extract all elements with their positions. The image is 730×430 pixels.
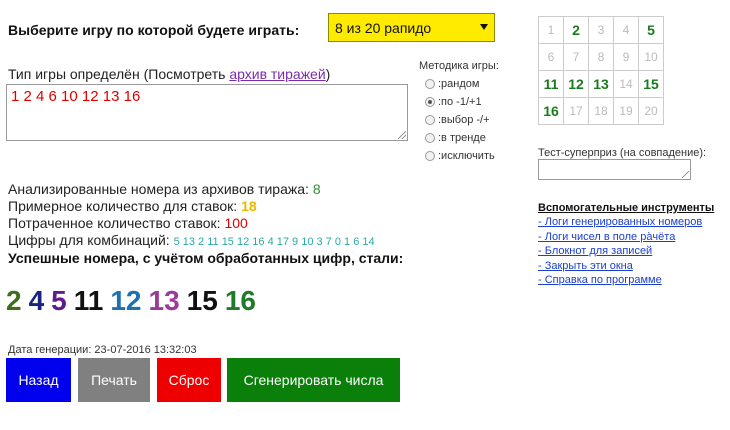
success-number: 2 xyxy=(6,285,22,316)
game-type-text: Тип игры определён (Посмотреть xyxy=(8,66,230,82)
method-option-label: :рандом xyxy=(438,78,480,90)
grid-cell[interactable]: 6 xyxy=(538,43,564,71)
aux-link[interactable]: - Логи чисел в поле ра̀чёта xyxy=(538,231,675,243)
radio-button[interactable] xyxy=(425,151,435,161)
stat-spent-value: 100 xyxy=(224,215,248,231)
grid-cell[interactable]: 9 xyxy=(613,43,639,71)
grid-row: 12345 xyxy=(538,16,664,44)
grid-cell[interactable]: 14 xyxy=(613,70,639,98)
chevron-down-icon xyxy=(480,24,488,30)
radio-button[interactable] xyxy=(425,133,435,143)
stat-analyzed-value: 8 xyxy=(312,181,321,197)
aux-link[interactable]: - Логи генерированных номеров xyxy=(538,216,702,228)
number-grid: 1 2 3 4 5 6 7 8 9 10 11 12 13 14 15 16 17 18 19 20 xyxy=(538,16,664,125)
method-option-label: :выбор -/+ xyxy=(438,114,490,126)
stat-spent-label: Потраченное количество ставок: xyxy=(8,215,225,231)
stat-digits-value: 5 13 2 11 15 12 16 4 17 9 10 3 7 0 1 6 1… xyxy=(173,236,375,248)
aux-tools-title: Вспомогательные инструменты xyxy=(538,202,715,214)
generate-button[interactable]: Сгенерировать числа xyxy=(227,358,400,402)
grid-cell[interactable]: 11 xyxy=(538,70,564,98)
generation-date: Дата генерации: 23-07-2016 13:32:03 xyxy=(8,344,197,356)
stat-spent: Потраченное количество ставок: 100 xyxy=(8,215,248,231)
superprize-label: Тест-суперприз (на совпадение): xyxy=(538,147,707,159)
success-number: 12 xyxy=(110,285,142,316)
radio-button[interactable] xyxy=(425,79,435,89)
success-numbers: 2 4 5 11 12 13 15 16 xyxy=(6,285,263,317)
grid-cell[interactable]: 19 xyxy=(613,97,639,125)
method-option[interactable]: :рандом xyxy=(425,78,479,90)
method-option[interactable]: :по -1/+1 xyxy=(425,96,482,108)
stat-approx-label: Примерное количество для ставок: xyxy=(8,198,242,214)
stat-analyzed: Анализированные номера из архивов тиража… xyxy=(8,181,321,197)
grid-cell[interactable]: 10 xyxy=(638,43,664,71)
resize-grip-icon[interactable] xyxy=(398,131,406,139)
grid-cell[interactable]: 13 xyxy=(588,70,614,98)
success-number: 11 xyxy=(73,285,104,316)
radio-button[interactable] xyxy=(425,97,435,107)
numbers-textarea[interactable]: 1 2 4 6 10 12 13 16 xyxy=(6,84,408,141)
grid-cell[interactable]: 1 xyxy=(538,16,564,44)
method-option[interactable]: :в тренде xyxy=(425,132,486,144)
game-type-label: Тип игры определён (Посмотреть архив тир… xyxy=(8,66,330,82)
game-select-value: 8 из 20 рапидо xyxy=(335,20,432,36)
grid-cell[interactable]: 2 xyxy=(563,16,589,44)
stat-digits: Цифры для комбинаций: 5 13 2 11 15 12 16… xyxy=(8,232,375,248)
method-option-label: :исключить xyxy=(438,150,495,162)
grid-cell[interactable]: 3 xyxy=(588,16,614,44)
grid-row: 16 17 18 19 20 xyxy=(538,97,664,125)
stat-digits-label: Цифры для комбинаций: xyxy=(8,232,174,248)
method-title: Методика игры: xyxy=(419,60,499,72)
success-number: 15 xyxy=(186,285,218,316)
success-label: Успешные номера, с учётом обработанных ц… xyxy=(8,250,404,266)
method-option-label: :в тренде xyxy=(438,132,486,144)
grid-row: 11 12 13 14 15 xyxy=(538,70,664,98)
aux-link[interactable]: - Блокнот для записей xyxy=(538,245,652,257)
grid-cell[interactable]: 16 xyxy=(538,97,564,125)
stat-analyzed-label: Анализированные номера из архивов тиража… xyxy=(8,181,313,197)
back-button[interactable]: Назад xyxy=(6,358,71,402)
stat-approx: Примерное количество для ставок: 18 xyxy=(8,198,257,214)
grid-cell[interactable]: 15 xyxy=(638,70,664,98)
method-option[interactable]: :исключить xyxy=(425,150,495,162)
numbers-textarea-value: 1 2 4 6 10 12 13 16 xyxy=(11,88,141,105)
grid-cell[interactable]: 20 xyxy=(638,97,664,125)
superprize-input[interactable] xyxy=(538,159,691,180)
game-select-dropdown[interactable]: 8 из 20 рапидо xyxy=(328,13,495,42)
method-option-label: :по -1/+1 xyxy=(438,96,482,108)
grid-cell[interactable]: 18 xyxy=(588,97,614,125)
grid-cell[interactable]: 17 xyxy=(563,97,589,125)
resize-grip-icon[interactable] xyxy=(682,171,689,178)
success-number: 13 xyxy=(148,285,180,316)
game-type-text-end: ) xyxy=(325,66,331,82)
aux-link[interactable]: - Закрыть эти окна xyxy=(538,260,633,272)
grid-cell[interactable]: 8 xyxy=(588,43,614,71)
grid-cell[interactable]: 4 xyxy=(613,16,639,44)
grid-cell[interactable]: 7 xyxy=(563,43,589,71)
grid-row: 6 7 8 9 10 xyxy=(538,43,664,71)
success-number: 4 xyxy=(28,285,45,316)
success-number: 16 xyxy=(224,285,256,316)
method-option[interactable]: :выбор -/+ xyxy=(425,114,490,126)
print-button[interactable]: Печать xyxy=(78,358,150,402)
aux-link[interactable]: - Справка по программе xyxy=(538,274,662,286)
stat-approx-value: 18 xyxy=(241,198,257,214)
radio-button[interactable] xyxy=(425,115,435,125)
game-select-prompt: Выберите игру по которой будете играть: xyxy=(8,22,300,38)
archive-link[interactable]: архив тиражей xyxy=(229,66,325,82)
reset-button[interactable]: Сброс xyxy=(157,358,221,402)
success-number: 5 xyxy=(51,285,67,316)
grid-cell[interactable]: 12 xyxy=(563,70,589,98)
grid-cell[interactable]: 5 xyxy=(638,16,664,44)
